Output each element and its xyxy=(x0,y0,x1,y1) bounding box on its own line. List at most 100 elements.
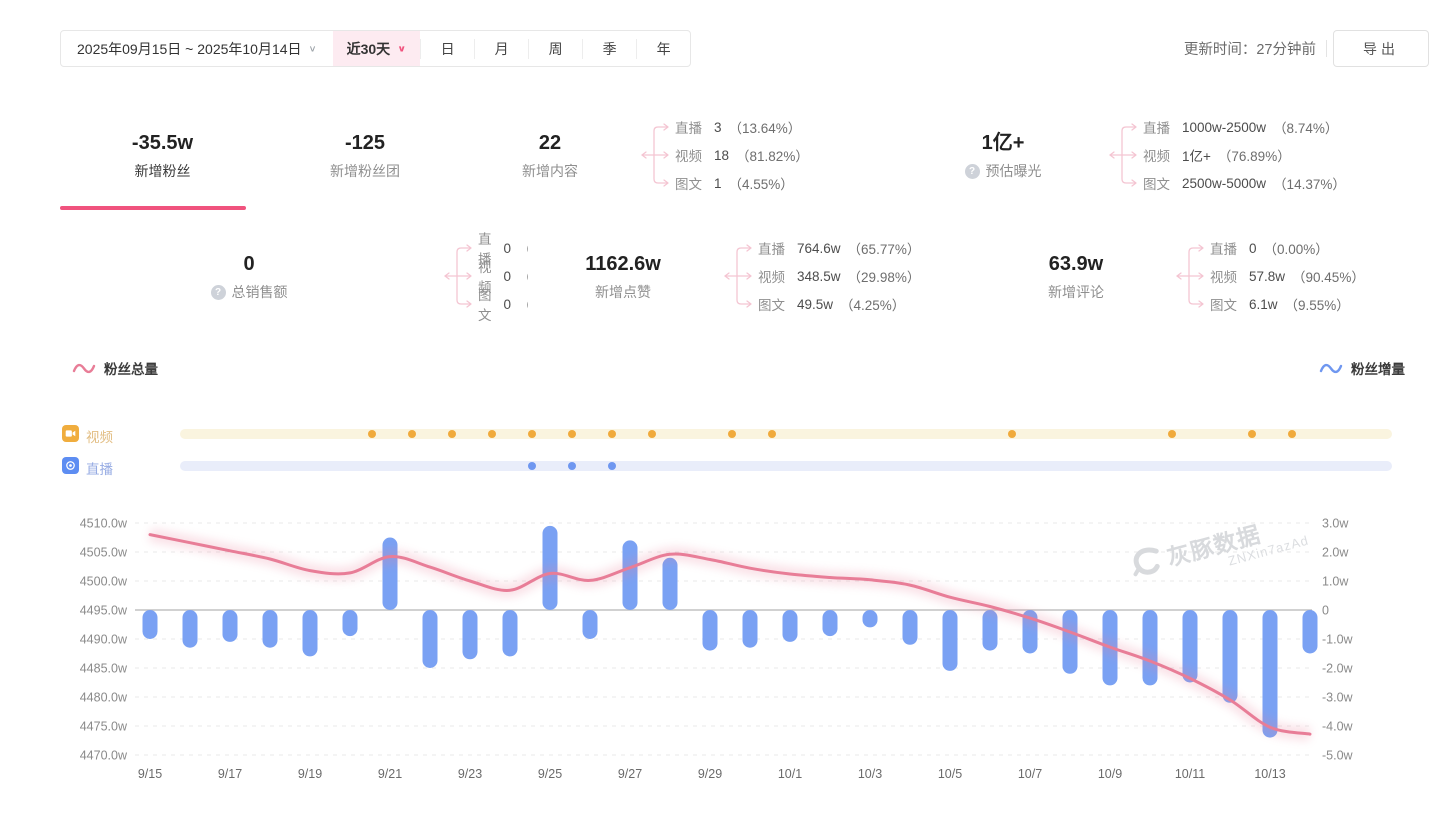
content-dot[interactable] xyxy=(608,462,616,470)
breakdown-name: 图文 xyxy=(675,173,702,193)
update-time: 更新时间：27分钟前 xyxy=(1184,30,1316,67)
breakdown-connector xyxy=(637,116,671,194)
content-dot[interactable] xyxy=(648,430,656,438)
active-underline xyxy=(60,206,246,210)
x-axis-label: 10/5 xyxy=(938,767,962,781)
breakdown-name: 视频 xyxy=(675,145,702,165)
fans-increment-bar xyxy=(583,610,598,639)
stat-card[interactable]: 63.9w 新增评论 直播 0 （0.00%） 视频 57.8w （90.45%… xyxy=(982,226,1432,326)
stat-breakdown: 直播 0 （0.00%） 视频 57.8w （90.45%） 图文 6.1w （… xyxy=(1210,237,1365,315)
content-dot[interactable] xyxy=(1288,430,1296,438)
period-tab-季[interactable]: 季 xyxy=(582,39,636,59)
breakdown-percent: （81.82%） xyxy=(736,145,809,165)
breakdown-row: 直播 0 （0.00%） xyxy=(1210,237,1365,259)
legend-label: 粉丝增量 xyxy=(1351,358,1405,378)
left-axis-label: 4475.0w xyxy=(80,720,128,734)
stat-label-row: 新增点赞 xyxy=(595,282,651,302)
fans-increment-bar xyxy=(463,610,478,659)
dashboard-page: 2025年09月15日 ~ 2025年10月14日 ∨ 近30天 ∨ 日月周季年… xyxy=(0,0,1432,832)
content-dot[interactable] xyxy=(1168,430,1176,438)
fans-trend-chart[interactable]: 4510.0w3.0w4505.0w2.0w4500.0w1.0w4495.0w… xyxy=(0,490,1432,810)
breakdown-percent: （90.45%） xyxy=(1292,266,1365,286)
content-dot[interactable] xyxy=(528,430,536,438)
date-range-picker[interactable]: 2025年09月15日 ~ 2025年10月14日 ∨ xyxy=(61,31,333,66)
fans-increment-bar xyxy=(983,610,998,651)
fans-increment-bar xyxy=(223,610,238,642)
content-dot[interactable] xyxy=(768,430,776,438)
left-axis-label: 4500.0w xyxy=(80,575,128,589)
x-axis-label: 9/15 xyxy=(138,767,162,781)
stat-value: -125 xyxy=(345,129,385,158)
pink-wave-icon xyxy=(72,362,96,375)
content-dot[interactable] xyxy=(448,430,456,438)
breakdown-row: 直播 1000w-2500w （8.74%） xyxy=(1143,116,1346,138)
stat-card-main: 1亿+ ? 预估曝光 xyxy=(903,129,1103,181)
fans-increment-bar xyxy=(183,610,198,648)
x-axis-label: 10/3 xyxy=(858,767,882,781)
breakdown-name: 视频 xyxy=(1210,266,1237,286)
breakdown-name: 直播 xyxy=(675,117,702,137)
quick-range-selector[interactable]: 近30天 ∨ xyxy=(333,31,421,66)
breakdown-name: 图文 xyxy=(1210,294,1237,314)
track-直播: 直播 xyxy=(62,457,1432,474)
stat-card[interactable]: -125 新增粉丝团 xyxy=(265,100,465,210)
stats-row-1: -35.5w 新增粉丝 -125 新增粉丝团 22 新增内容 xyxy=(60,100,1432,210)
content-dot[interactable] xyxy=(568,430,576,438)
content-dot[interactable] xyxy=(728,430,736,438)
breakdown-row: 视频 1亿+ （76.89%） xyxy=(1143,144,1346,166)
stat-label: 总销售额 xyxy=(232,282,288,302)
x-axis-label: 9/21 xyxy=(378,767,402,781)
x-axis-label: 10/1 xyxy=(778,767,802,781)
legend-fans-increment[interactable]: 粉丝增量 xyxy=(1319,358,1405,378)
stat-card-main: 63.9w 新增评论 xyxy=(982,250,1170,302)
content-dot[interactable] xyxy=(488,430,496,438)
stat-card[interactable]: 0 ? 总销售额 直播 0 （-） 视频 0 （-） 图文 0 xyxy=(60,226,528,326)
breakdown-value: 57.8w xyxy=(1249,269,1285,284)
period-tab-日[interactable]: 日 xyxy=(420,39,474,59)
stat-label: 新增点赞 xyxy=(595,282,651,302)
left-axis-label: 4505.0w xyxy=(80,546,128,560)
stat-label-row: 新增粉丝 xyxy=(135,161,191,181)
fans-increment-bar xyxy=(863,610,878,627)
stat-card[interactable]: -35.5w 新增粉丝 xyxy=(60,100,265,210)
stat-breakdown: 直播 764.6w （65.77%） 视频 348.5w （29.98%） 图文… xyxy=(758,237,920,315)
content-dot[interactable] xyxy=(408,430,416,438)
stat-value: 22 xyxy=(539,129,561,158)
help-icon[interactable]: ? xyxy=(211,285,226,300)
content-dot[interactable] xyxy=(1248,430,1256,438)
stat-card[interactable]: 1亿+ ? 预估曝光 直播 1000w-2500w （8.74%） 视频 1亿+… xyxy=(903,100,1432,210)
fans-increment-bar xyxy=(703,610,718,651)
breakdown-row: 图文 2500w-5000w （14.37%） xyxy=(1143,172,1346,194)
content-dot[interactable] xyxy=(1008,430,1016,438)
legend-label: 粉丝总量 xyxy=(104,358,158,378)
period-tab-月[interactable]: 月 xyxy=(474,39,528,59)
stat-card[interactable]: 22 新增内容 直播 3 （13.64%） 视频 18 （81.82%） 图 xyxy=(465,100,889,210)
content-dot[interactable] xyxy=(528,462,536,470)
period-tab-周[interactable]: 周 xyxy=(528,39,582,59)
stat-label: 预估曝光 xyxy=(986,161,1042,181)
help-icon[interactable]: ? xyxy=(965,164,980,179)
fans-increment-bar xyxy=(303,610,318,656)
stat-breakdown: 直播 3 （13.64%） 视频 18 （81.82%） 图文 1 （4.55%… xyxy=(675,116,809,194)
stat-label-row: 新增评论 xyxy=(1048,282,1104,302)
breakdown-row: 视频 57.8w （90.45%） xyxy=(1210,265,1365,287)
stat-card[interactable]: 1162.6w 新增点赞 直播 764.6w （65.77%） 视频 348.5… xyxy=(528,226,982,326)
export-button[interactable]: 导出 xyxy=(1333,30,1429,67)
filter-group: 2025年09月15日 ~ 2025年10月14日 ∨ 近30天 ∨ 日月周季年 xyxy=(60,30,691,67)
breakdown-name: 图文 xyxy=(758,294,785,314)
stat-card-main: 22 新增内容 xyxy=(465,129,635,181)
breakdown-value: 3 xyxy=(714,120,722,135)
breakdown-value: 0 xyxy=(504,241,512,256)
x-axis-label: 10/9 xyxy=(1098,767,1122,781)
breakdown-row: 图文 49.5w （4.25%） xyxy=(758,293,920,315)
quick-range-label: 近30天 xyxy=(347,39,391,59)
period-tab-年[interactable]: 年 xyxy=(636,39,690,59)
stat-label: 新增评论 xyxy=(1048,282,1104,302)
stat-label: 新增粉丝 xyxy=(135,161,191,181)
content-dot[interactable] xyxy=(608,430,616,438)
content-dot[interactable] xyxy=(568,462,576,470)
legend-fans-total[interactable]: 粉丝总量 xyxy=(72,358,158,378)
content-dot[interactable] xyxy=(368,430,376,438)
fans-total-line xyxy=(150,535,1310,735)
fans-increment-bar xyxy=(1303,610,1318,654)
